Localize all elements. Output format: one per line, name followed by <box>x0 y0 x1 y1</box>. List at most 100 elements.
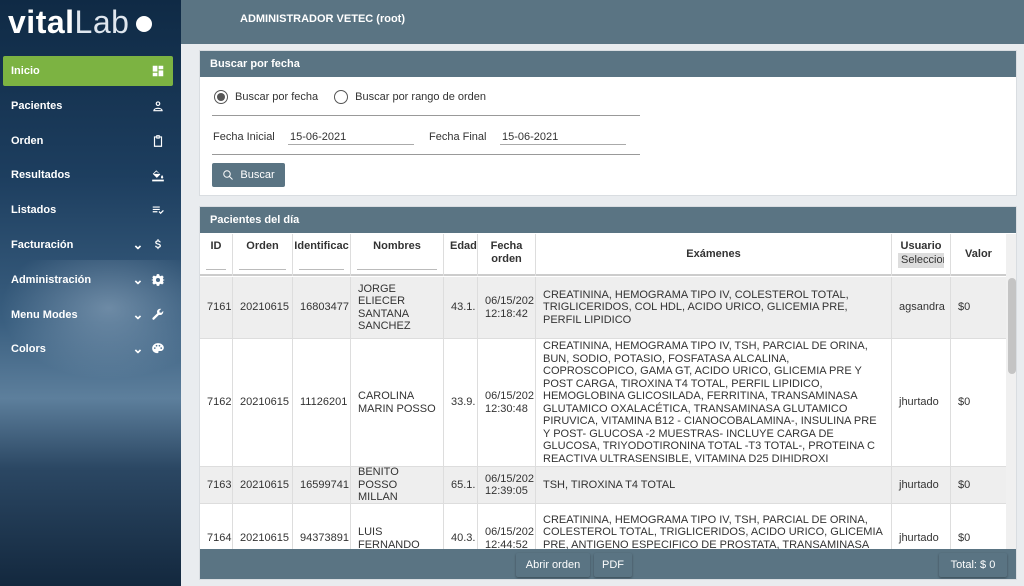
sidebar-item-pacientes[interactable]: Pacientes <box>3 91 173 121</box>
cell-edad-text: 33.9. <box>451 396 476 409</box>
sidebar-item-label: Listados <box>11 204 57 217</box>
cell-id: 7163 <box>200 467 233 503</box>
col-usuario[interactable]: Usuario Seleccion <box>892 234 951 276</box>
sidebar-item-resultados[interactable]: Resultados <box>3 160 173 190</box>
cell-nombres-text: BENITO POSSO MILLAN <box>358 467 399 503</box>
col-nombres[interactable]: Nombres <box>351 234 444 276</box>
sidebar-item-facturacion[interactable]: Facturación ⌄ <box>3 230 173 260</box>
chevron-down-icon[interactable]: ⌄ <box>131 238 145 251</box>
col-edad[interactable]: Edad <box>444 234 478 276</box>
logo-dot <box>136 16 153 32</box>
cell-id: 7161 <box>200 277 233 338</box>
col-identificacion[interactable]: Identificac <box>293 234 351 276</box>
cell-edad-text: 65.1. <box>451 478 476 491</box>
cell-edad-text: 40.3. <box>451 532 476 545</box>
cell-identificacion-text: 11126201 <box>300 396 348 409</box>
sidebar-item-orden[interactable]: Orden <box>3 126 173 156</box>
sidebar-menu: Inicio Pacientes Orden Resultados Listados Fa… <box>3 56 173 369</box>
cell-nombres: CAROLINA MARIN POSSO <box>351 339 444 466</box>
search-mode-group: Buscar por fecha Buscar por rango de ord… <box>214 90 502 104</box>
cell-valor: $0 <box>951 504 1006 549</box>
col-fecha-orden-label: Fecha orden <box>490 240 523 265</box>
patients-panel-title: Pacientes del día <box>200 207 1016 233</box>
cell-id-text: 7161 <box>207 301 232 314</box>
table-scrollbar[interactable] <box>1006 234 1016 549</box>
cell-identificacion: 16803477 <box>293 277 351 338</box>
cell-fecha-orden: 06/15/202 12:18:42 <box>478 277 536 338</box>
col-examenes[interactable]: Exámenes <box>536 234 892 276</box>
chevron-down-icon[interactable]: ⌄ <box>131 308 145 321</box>
cell-valor-text: $0 <box>958 532 971 545</box>
dollar-icon <box>151 238 165 252</box>
radio-unselected-icon[interactable] <box>334 90 349 104</box>
col-valor[interactable]: Valor <box>951 234 1006 276</box>
radio-buscar-por-fecha-label: Buscar por fecha <box>235 91 319 103</box>
col-filter-line[interactable] <box>239 269 286 270</box>
cell-examenes: CREATININA, HEMOGRAMA TIPO IV, COLESTERO… <box>536 277 892 338</box>
radio-buscar-por-rango-label: Buscar por rango de orden <box>355 91 487 103</box>
col-nombres-label: Nombres <box>373 240 421 252</box>
col-id[interactable]: ID <box>200 234 233 276</box>
cell-identificacion: 94373891 <box>293 504 351 549</box>
sidebar-item-inicio[interactable]: Inicio <box>3 56 173 86</box>
table-row[interactable]: 7164 20210615 94373891 LUIS FERNANDO 40.3. 06… <box>200 504 1006 549</box>
col-valor-label: Valor <box>965 248 992 260</box>
sidebar-item-label: Facturación <box>11 238 74 251</box>
cell-identificacion: 11126201 <box>293 339 351 466</box>
divider <box>212 154 640 155</box>
sidebar-item-label: Inicio <box>11 65 40 77</box>
fecha-inicial-input[interactable] <box>288 129 414 145</box>
chevron-down-icon[interactable]: ⌄ <box>131 342 145 355</box>
cell-valor: $0 <box>951 277 1006 338</box>
scrollbar-thumb[interactable] <box>1008 278 1016 374</box>
cell-examenes-text: CREATININA, HEMOGRAMA TIPO IV, TSH, PARC… <box>543 513 883 550</box>
cell-valor: $0 <box>951 339 1006 466</box>
cell-usuario: jhurtado <box>892 467 951 503</box>
sidebar-item-menu-modes[interactable]: Menu Modes ⌄ <box>3 300 173 330</box>
cell-examenes-text: CREATININA, HEMOGRAMA TIPO IV, TSH, PARC… <box>543 340 877 465</box>
cell-nombres: BENITO POSSO MILLAN <box>351 467 444 503</box>
pdf-button[interactable]: PDF <box>594 553 632 577</box>
table-row[interactable]: 7161 20210615 16803477 JORGE ELIECER SANTAN… <box>200 277 1006 339</box>
cell-valor-text: $0 <box>958 478 971 491</box>
cell-identificacion: 16599741 <box>293 467 351 503</box>
table-row[interactable]: 7162 20210615 11126201 CAROLINA MARIN POSSO… <box>200 339 1006 467</box>
buscar-button-label: Buscar <box>240 169 275 181</box>
cell-usuario: agsandra <box>892 277 951 338</box>
col-filter-line[interactable] <box>206 269 226 270</box>
radio-buscar-por-fecha[interactable]: Buscar por fecha <box>214 90 318 104</box>
person-icon <box>151 99 165 113</box>
cell-usuario-text: agsandra <box>899 301 945 314</box>
cell-usuario: jhurtado <box>892 339 951 466</box>
radio-selected-icon[interactable] <box>214 90 228 104</box>
cell-nombres-text: JORGE ELIECER SANTANA SANCHEZ <box>358 282 411 333</box>
sidebar-item-listados[interactable]: Listados <box>3 195 173 225</box>
cell-id: 7164 <box>200 504 233 549</box>
sidebar-item-colors[interactable]: Colors ⌄ <box>3 334 173 364</box>
sidebar-item-label: Colors <box>11 343 46 356</box>
cell-usuario-text: jhurtado <box>899 532 939 545</box>
total-button[interactable]: Total: $ 0 <box>939 553 1007 577</box>
usuario-filter-select[interactable]: Seleccion <box>898 253 944 268</box>
cell-nombres-text: LUIS FERNANDO <box>358 526 420 549</box>
divider <box>212 115 640 116</box>
cell-fecha-orden-text: 06/15/202 12:39:05 <box>485 472 534 498</box>
sidebar-item-administracion[interactable]: Administración ⌄ <box>3 265 173 295</box>
cell-id-text: 7162 <box>207 396 232 409</box>
col-filter-line[interactable] <box>299 269 344 270</box>
paint-bucket-icon <box>151 168 165 182</box>
table-body: 7161 20210615 16803477 JORGE ELIECER SANTAN… <box>200 277 1006 549</box>
cell-nombres: JORGE ELIECER SANTANA SANCHEZ <box>351 277 444 338</box>
chevron-down-icon[interactable]: ⌄ <box>131 273 145 286</box>
fecha-final-input[interactable] <box>500 129 626 145</box>
col-filter-line[interactable] <box>357 269 437 270</box>
patients-panel: Pacientes del día ID Orden Identificac N… <box>199 206 1017 580</box>
cell-edad: 65.1. <box>444 467 478 503</box>
cell-valor: $0 <box>951 467 1006 503</box>
radio-buscar-por-rango[interactable]: Buscar por rango de orden <box>334 90 486 104</box>
col-orden[interactable]: Orden <box>233 234 293 276</box>
col-fecha-orden[interactable]: Fecha orden <box>478 234 536 276</box>
abrir-orden-button[interactable]: Abrir orden <box>516 553 590 577</box>
table-row[interactable]: 7163 20210615 16599741 BENITO POSSO MILLAN 6… <box>200 467 1006 504</box>
buscar-button[interactable]: Buscar <box>212 163 285 187</box>
